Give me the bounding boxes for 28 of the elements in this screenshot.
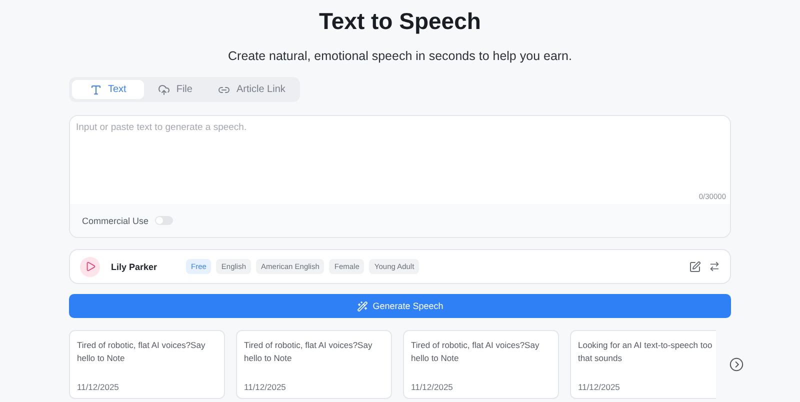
card-text: Tired of robotic, flat AI voices?Say hello to Note: [411, 339, 540, 365]
commercial-use-label: Commercial Use: [82, 216, 149, 226]
page-title: Text to Speech: [319, 7, 481, 36]
tab[interactable]: File: [146, 80, 204, 99]
history-card[interactable]: Tired of robotic, flat AI voices?Say hello to Note 11/12/2025: [403, 330, 559, 399]
page-subtitle: Create natural, emotional speech in seconds to help you earn.: [228, 49, 572, 63]
tab[interactable]: Text: [72, 80, 144, 99]
next-button[interactable]: [729, 357, 744, 372]
card-date: 11/12/2025: [411, 382, 454, 392]
magic-wand-icon: [356, 300, 368, 312]
edit-icon[interactable]: [689, 260, 701, 272]
generate-speech-button[interactable]: Generate Speech: [69, 294, 731, 318]
cloud-upload-icon: [158, 84, 170, 96]
card-date: 11/12/2025: [578, 382, 621, 392]
tab[interactable]: Article Link: [206, 80, 298, 99]
voice-name: Lily Parker: [111, 262, 158, 272]
card-date: 11/12/2025: [244, 382, 287, 392]
history-card[interactable]: Tired of robotic, flat AI voices?Say hello to Note 11/12/2025: [69, 330, 225, 399]
history-card[interactable]: Tired of robotic, flat AI voices?Say hello to Note 11/12/2025: [236, 330, 392, 399]
card-date: 11/12/2025: [77, 382, 120, 392]
card-text: Tired of robotic, flat AI voices?Say hello to Note: [244, 339, 374, 365]
history-card[interactable]: Looking for an AI text-to-speech too that sounds 11/12/2025: [570, 330, 716, 399]
text-icon: [90, 84, 102, 96]
swap-icon[interactable]: [709, 261, 720, 272]
commercial-use-switch[interactable]: [154, 216, 173, 225]
card-text: Tired of robotic, flat AI voices?Say hello to Note: [77, 339, 206, 365]
play-button[interactable]: [80, 256, 100, 276]
play-icon: [84, 261, 96, 272]
